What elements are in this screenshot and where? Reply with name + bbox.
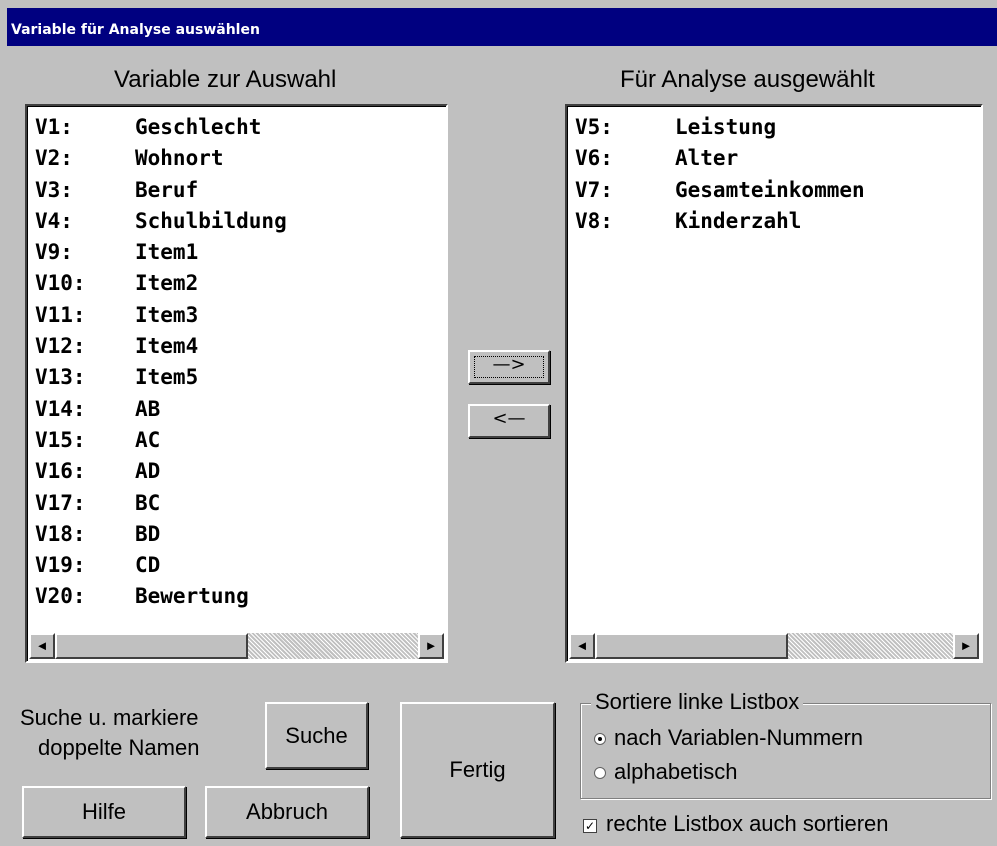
search-button[interactable]: Suche [265, 702, 368, 769]
scroll-left-arrow-icon: ◄ [35, 638, 49, 653]
selected-variables-listbox[interactable]: V5: Leistung V6: Alter V7: Gesamteinkommen V8:… [565, 104, 983, 663]
list-item[interactable]: V18: BD [35, 519, 442, 550]
scroll-left-arrow-icon: ◄ [575, 638, 589, 653]
variable-code: V8: [575, 208, 613, 233]
variable-name: Item1 [135, 240, 199, 265]
variable-name: Item3 [135, 302, 199, 327]
scroll-thumb[interactable] [595, 633, 788, 659]
variable-code: V11: [35, 302, 86, 327]
list-item[interactable]: V8: Kinderzahl [575, 206, 977, 237]
left-list-heading: Variable zur Auswahl [114, 66, 337, 93]
variable-name: AB [135, 396, 161, 421]
sort-right-list-label[interactable]: rechte Listbox auch sortieren [606, 811, 889, 837]
right-list-heading: Für Analyse ausgewählt [620, 66, 875, 93]
variable-name: Item4 [135, 334, 199, 359]
variable-code: V7: [575, 177, 613, 202]
selected-variables-list: V5: Leistung V6: Alter V7: Gesamteinkommen V8:… [575, 112, 977, 237]
variable-code: V6: [575, 146, 613, 171]
scroll-right-arrow-icon: ► [959, 638, 973, 653]
list-item[interactable]: V5: Leistung [575, 112, 977, 143]
variable-name: BC [135, 490, 161, 515]
list-item[interactable]: V20: Bewertung [35, 581, 442, 612]
list-item[interactable]: V3: Beruf [35, 175, 442, 206]
variable-name: Item5 [135, 365, 199, 390]
sort-alphabetical-label[interactable]: alphabetisch [614, 759, 738, 785]
variable-name: Schulbildung [135, 208, 287, 233]
variable-name: CD [135, 553, 161, 578]
variable-code: V9: [35, 240, 73, 265]
variable-name: AD [135, 459, 161, 484]
variable-name: Geschlecht [135, 115, 262, 139]
variable-name: Wohnort [135, 146, 224, 171]
variable-name: Item2 [135, 271, 199, 296]
arrow-left-icon: <— [492, 408, 526, 429]
scroll-right-button[interactable]: ► [418, 633, 444, 659]
list-item[interactable]: V2: Wohnort [35, 143, 442, 174]
variable-name: Leistung [675, 115, 777, 139]
left-horizontal-scrollbar[interactable]: ◄ ► [29, 633, 444, 659]
title-bar: Variable für Analyse auswählen [7, 8, 997, 46]
radio-unselected-icon[interactable] [594, 767, 606, 779]
done-button[interactable]: Fertig [400, 702, 555, 838]
scroll-right-arrow-icon: ► [424, 638, 438, 653]
variable-code: V10: [35, 271, 86, 296]
variable-name: Bewertung [135, 584, 249, 609]
help-button[interactable]: Hilfe [22, 786, 186, 838]
list-item[interactable]: V6: Alter [575, 143, 977, 174]
list-item[interactable]: V10: Item2 [35, 268, 442, 299]
variable-code: V13: [35, 365, 86, 390]
sort-by-number-label[interactable]: nach Variablen-Nummern [614, 725, 863, 751]
list-item[interactable]: V17: BC [35, 488, 442, 519]
list-item[interactable]: V14: AB [35, 394, 442, 425]
variable-code: V18: [35, 521, 86, 546]
variable-code: V12: [35, 334, 86, 359]
variable-code: V1: [35, 115, 73, 139]
add-to-analysis-button[interactable]: —> [468, 350, 550, 384]
list-item[interactable]: V15: AC [35, 425, 442, 456]
list-item[interactable]: V4: Schulbildung [35, 206, 442, 237]
focus-rectangle [474, 356, 544, 378]
variable-code: V20: [35, 584, 86, 609]
variable-name: Beruf [135, 177, 199, 202]
variable-name: AC [135, 427, 161, 452]
variable-code: V19: [35, 553, 86, 578]
variable-code: V14: [35, 396, 86, 421]
list-item[interactable]: V19: CD [35, 550, 442, 581]
scroll-thumb[interactable] [55, 633, 248, 659]
variable-name: Kinderzahl [675, 208, 802, 233]
variable-name: BD [135, 521, 161, 546]
scroll-left-button[interactable]: ◄ [569, 633, 595, 659]
variable-code: V5: [575, 115, 613, 139]
list-item[interactable]: V11: Item3 [35, 300, 442, 331]
list-item[interactable]: V12: Item4 [35, 331, 442, 362]
search-label-line1: Suche u. markiere [20, 705, 199, 730]
list-item[interactable]: V7: Gesamteinkommen [575, 175, 977, 206]
variable-name: Gesamteinkommen [675, 177, 865, 202]
variable-code: V17: [35, 490, 86, 515]
variable-code: V16: [35, 459, 86, 484]
scroll-right-button[interactable]: ► [953, 633, 979, 659]
variable-code: V3: [35, 177, 73, 202]
variable-code: V15: [35, 427, 86, 452]
available-variables-list: V1: Geschlecht V2: Wohnort V3: Beruf V4: Schulb… [35, 112, 442, 613]
variable-code: V4: [35, 208, 73, 233]
list-item[interactable]: V9: Item1 [35, 237, 442, 268]
radio-selected-icon[interactable] [594, 733, 606, 745]
variable-name: Alter [675, 146, 739, 171]
scroll-left-button[interactable]: ◄ [29, 633, 55, 659]
remove-from-analysis-button[interactable]: <— [468, 404, 550, 438]
list-item[interactable]: V16: AD [35, 456, 442, 487]
sort-group-title: Sortiere linke Listbox [591, 689, 804, 715]
right-horizontal-scrollbar[interactable]: ◄ ► [569, 633, 979, 659]
list-item[interactable]: V1: Geschlecht [35, 112, 442, 143]
list-item[interactable]: V13: Item5 [35, 362, 442, 393]
search-label-line2: doppelte Namen [38, 735, 200, 760]
variable-code: V2: [35, 146, 73, 171]
available-variables-listbox[interactable]: V1: Geschlecht V2: Wohnort V3: Beruf V4: Schulb… [25, 104, 448, 663]
checkbox-checked-icon[interactable]: ✓ [583, 819, 597, 833]
window-title: Variable für Analyse auswählen [11, 22, 260, 38]
cancel-button[interactable]: Abbruch [205, 786, 369, 838]
